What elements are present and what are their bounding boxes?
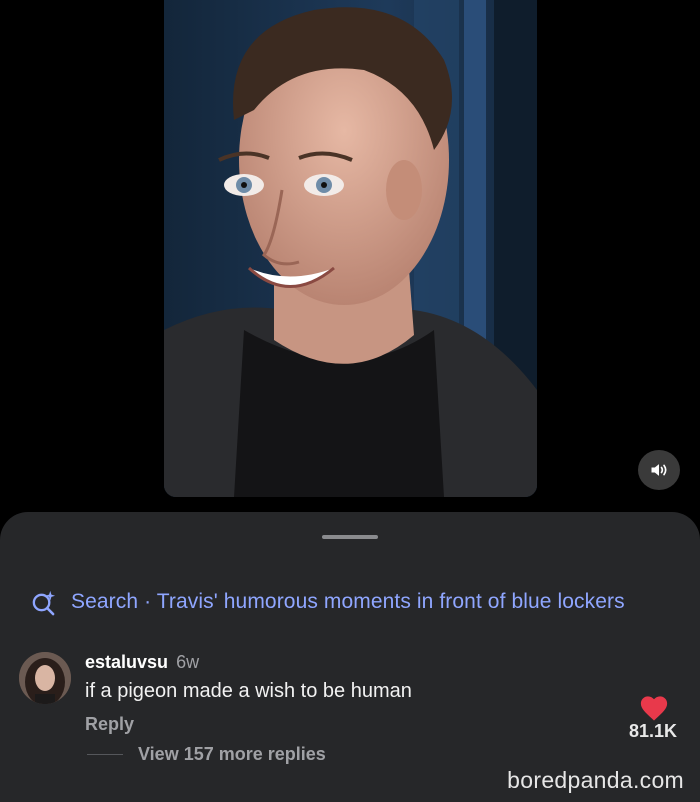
comment-text: if a pigeon made a wish to be human <box>85 680 412 702</box>
comment-header: estaluvsu 6w <box>85 652 199 673</box>
video-frame <box>164 0 537 497</box>
speaker-icon <box>651 464 667 476</box>
video-player[interactable] <box>164 0 537 497</box>
watermark-text: boredpanda.com <box>507 767 684 793</box>
comment-item: estaluvsu 6w if a pigeon made a wish to … <box>19 652 684 782</box>
comment-timestamp: 6w <box>176 652 200 672</box>
search-query: Travis' humorous moments in front of blu… <box>156 590 625 613</box>
sound-toggle-button[interactable] <box>638 450 680 490</box>
search-prefix: Search <box>71 590 139 613</box>
avatar-image <box>19 652 71 704</box>
sparkle-search-icon <box>32 590 56 615</box>
avatar[interactable] <box>19 652 71 704</box>
comments-sheet: Search · Travis' humorous moments in fro… <box>0 512 700 802</box>
related-search-link[interactable]: Search · Travis' humorous moments in fro… <box>30 587 680 617</box>
search-separator: · <box>144 590 152 613</box>
heart-icon[interactable] <box>639 694 669 722</box>
drag-handle[interactable] <box>322 535 378 539</box>
search-query-text: Search · Travis' humorous moments in fro… <box>71 590 625 614</box>
view-more-replies-button[interactable]: View 157 more replies <box>138 744 326 765</box>
reply-button[interactable]: Reply <box>85 714 134 735</box>
replies-divider <box>87 754 123 755</box>
like-count: 81.1K <box>628 721 677 741</box>
comment-username[interactable]: estaluvsu <box>85 652 168 672</box>
